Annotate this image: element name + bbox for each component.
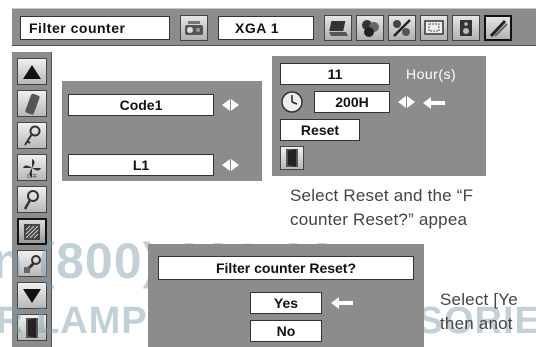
fan-off-icon[interactable]: OFF bbox=[17, 154, 47, 181]
left-triangle-icon[interactable] bbox=[222, 159, 230, 171]
screen-icon[interactable] bbox=[420, 15, 448, 41]
input-source-label: XGA 1 bbox=[218, 16, 314, 40]
top-menu-bar: Filter counter XGA 1 bbox=[12, 8, 536, 46]
dialog-title: Filter counter Reset? bbox=[158, 256, 414, 280]
left-triangle-icon[interactable] bbox=[398, 96, 406, 108]
level-value-field[interactable]: L1 bbox=[68, 154, 214, 176]
wrench-icon[interactable] bbox=[17, 250, 47, 277]
right-triangle-icon[interactable] bbox=[231, 99, 239, 111]
color-balls-icon[interactable] bbox=[356, 15, 384, 41]
right-triangle-icon[interactable] bbox=[407, 96, 415, 108]
code-value-field[interactable]: Code1 bbox=[68, 94, 214, 116]
setting-icon[interactable] bbox=[484, 15, 512, 41]
instruction-line: then anot bbox=[440, 314, 513, 333]
menu-title: Filter counter bbox=[20, 16, 170, 40]
yes-button[interactable]: Yes bbox=[250, 292, 322, 314]
no-button[interactable]: No bbox=[250, 320, 322, 342]
pointer-hand-icon bbox=[422, 96, 446, 115]
speaker-icon[interactable] bbox=[452, 15, 480, 41]
laptop-icon[interactable] bbox=[324, 15, 352, 41]
lamp-icon[interactable] bbox=[17, 186, 47, 213]
instruction-text-1: Select Reset and the “F counter Reset?” … bbox=[290, 186, 473, 230]
up-arrow-icon[interactable] bbox=[17, 58, 47, 85]
instruction-line: counter Reset?” appea bbox=[290, 210, 468, 229]
down-arrow-icon[interactable] bbox=[17, 282, 47, 309]
instruction-line: Select Reset and the “F bbox=[290, 186, 474, 205]
projector-icon[interactable] bbox=[180, 15, 208, 41]
exit-door-icon[interactable] bbox=[17, 314, 47, 341]
timer-setting-field[interactable]: 200H bbox=[314, 91, 390, 113]
code-adjust-arrows[interactable] bbox=[222, 99, 239, 111]
battery-icon[interactable] bbox=[17, 90, 47, 117]
instruction-line: Select [Ye bbox=[440, 290, 518, 309]
filter-timer-panel: 11 Hour(s) 200H Reset bbox=[272, 56, 486, 176]
key-icon[interactable] bbox=[17, 122, 47, 149]
clock-icon bbox=[280, 90, 304, 114]
hours-unit-label: Hour(s) bbox=[406, 66, 457, 82]
reset-confirm-dialog: Filter counter Reset? Yes No bbox=[148, 244, 424, 347]
code-level-panel: Code1 L1 bbox=[62, 81, 262, 181]
reset-button[interactable]: Reset bbox=[280, 119, 360, 141]
used-hours-field: 11 bbox=[280, 63, 390, 85]
side-menu-bar: OFF bbox=[12, 52, 52, 347]
timer-adjust-arrows[interactable] bbox=[398, 96, 415, 108]
pointer-hand-icon bbox=[330, 296, 354, 315]
right-triangle-icon[interactable] bbox=[231, 159, 239, 171]
left-triangle-icon[interactable] bbox=[222, 99, 230, 111]
level-adjust-arrows[interactable] bbox=[222, 159, 239, 171]
exit-door-icon[interactable] bbox=[280, 146, 304, 170]
filter-icon[interactable] bbox=[17, 218, 47, 245]
instruction-text-2: Select [Ye then anot bbox=[440, 290, 518, 334]
image-adjust-icon[interactable] bbox=[388, 15, 416, 41]
svg-text:OFF: OFF bbox=[27, 174, 37, 179]
